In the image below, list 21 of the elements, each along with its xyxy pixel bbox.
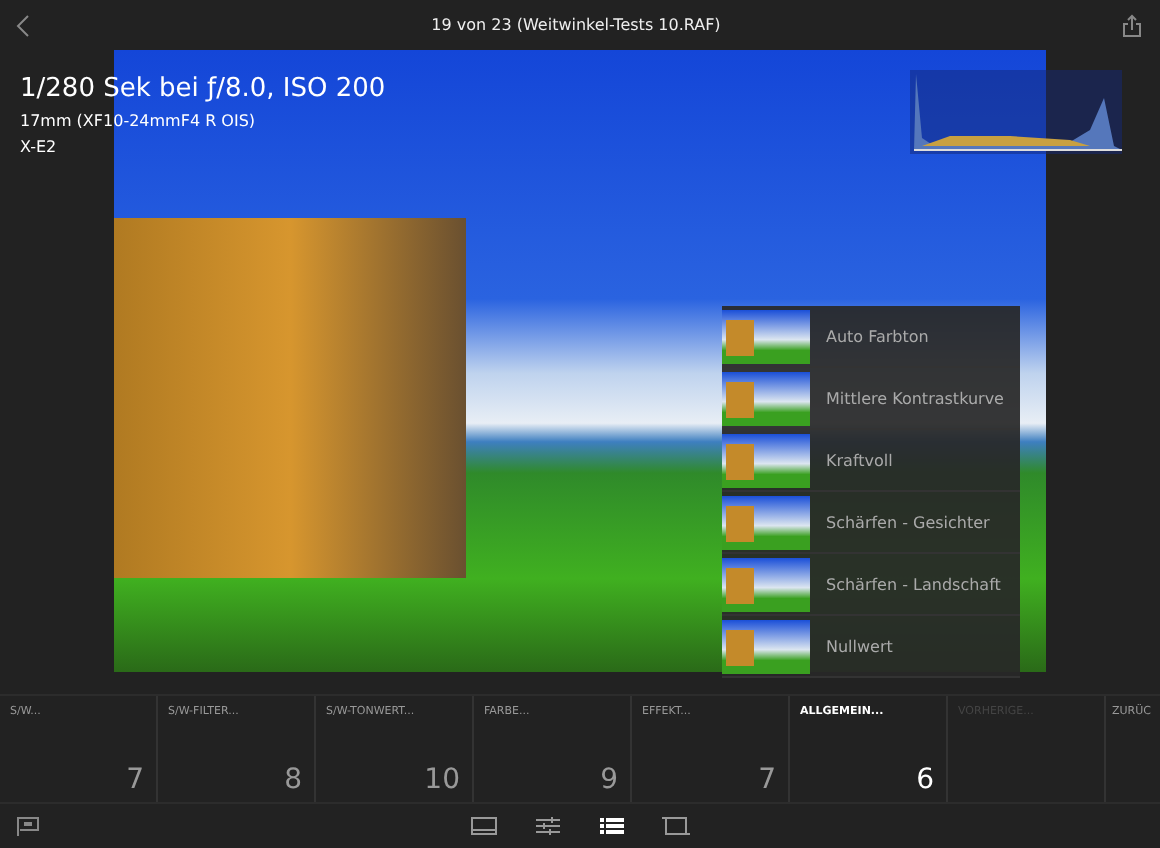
preset-item[interactable]: Mittlere Kontrastkurve — [722, 368, 1020, 430]
list-icon[interactable] — [598, 814, 626, 838]
preset-item[interactable]: Kraftvoll — [722, 430, 1020, 492]
camera-text: X-E2 — [20, 138, 59, 156]
preset-thumbnail — [722, 495, 810, 549]
back-icon[interactable] — [16, 13, 32, 37]
preset-item[interactable]: Schärfen - Landschaft — [722, 554, 1020, 616]
window-title: 19 von 23 (Weitwinkel-Tests 10.RAF) — [431, 16, 721, 34]
preset-item[interactable]: Schärfen - Gesichter — [722, 492, 1020, 554]
preset-thumbnail — [722, 433, 810, 487]
filmstrip-icon[interactable] — [470, 814, 498, 838]
flag-icon[interactable] — [16, 816, 40, 836]
preset-thumbnail — [722, 619, 810, 673]
preset-thumbnail — [722, 371, 810, 425]
preset-item[interactable]: Nullwert — [722, 616, 1020, 678]
preset-thumbnail — [722, 309, 810, 363]
preset-thumbnail — [722, 557, 810, 611]
crop-icon[interactable] — [662, 814, 690, 838]
sliders-icon[interactable] — [534, 814, 562, 838]
preset-item[interactable]: Auto Farbton — [722, 306, 1020, 368]
share-icon[interactable] — [1119, 13, 1144, 37]
